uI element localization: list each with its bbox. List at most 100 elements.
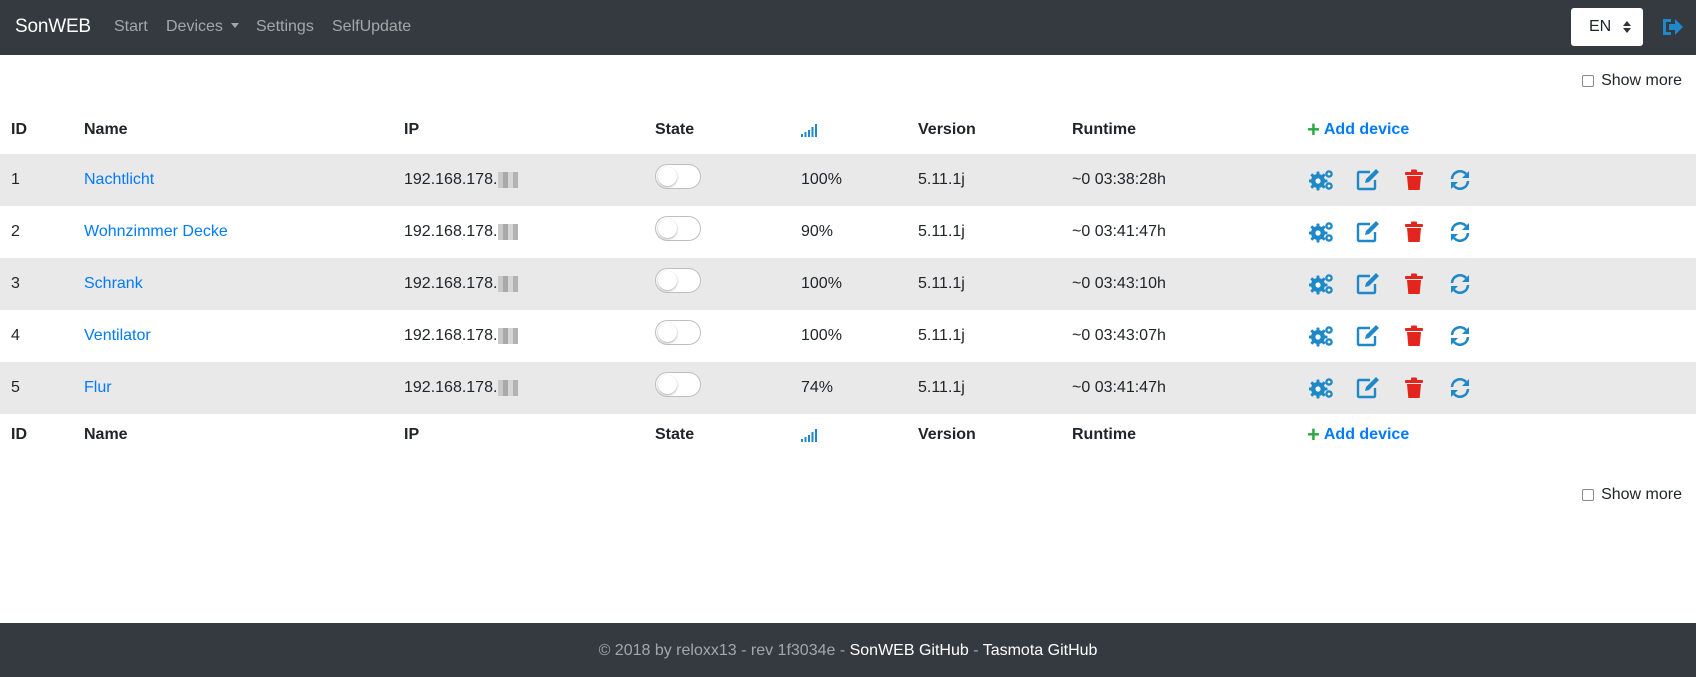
footer-header-runtime: Runtime [1072,426,1136,443]
top-navbar: SonWEB Start Devices Settings SelfUpdate… [0,0,1696,55]
language-select[interactable]: EN [1571,8,1643,46]
footer-copyright: © 2018 by reloxx13 - rev 1f3034e - [598,642,850,659]
cell-ip: 192.168.178. [404,310,519,362]
row-actions [1307,206,1491,258]
table-body: 1 Nachtlicht 192.168.178. 100% 5.11.1j ~0 03:… [0,154,1696,414]
language-value: EN [1589,18,1612,35]
cell-signal: 100% [801,171,842,188]
refresh-icon[interactable] [1445,217,1475,247]
device-name: Schrank [84,275,143,292]
refresh-icon[interactable] [1445,165,1475,195]
brand-logo[interactable]: SonWEB [15,16,91,38]
logout-icon[interactable] [1660,15,1684,39]
config-icon[interactable] [1307,269,1337,299]
add-device-label: Add device [1323,426,1410,443]
nav-start[interactable]: Start [114,18,148,36]
device-name-link[interactable]: Ventilator [84,310,151,362]
device-name-link[interactable]: Nachtlicht [84,154,154,206]
header-state: State [655,121,695,138]
device-name: Flur [84,379,112,396]
footer-separator: - [968,642,983,659]
plus-icon: + [1307,422,1320,447]
state-toggle-switch[interactable] [655,164,701,189]
delete-icon[interactable] [1399,321,1429,351]
sonweb-github-link[interactable]: SonWEB GitHub [850,642,969,659]
state-toggle-switch[interactable] [655,320,701,345]
edit-icon[interactable] [1353,269,1383,299]
delete-icon[interactable] [1399,165,1429,195]
row-actions [1307,310,1491,362]
delete-icon[interactable] [1399,373,1429,403]
add-device-label: Add device [1323,121,1410,138]
state-toggle-switch[interactable] [655,268,701,293]
row-actions [1307,154,1491,206]
cell-signal: 100% [801,275,842,292]
plus-icon: + [1307,117,1320,142]
cell-runtime: ~0 03:43:10h [1072,275,1166,292]
footer-header-version: Version [918,426,976,443]
cell-id: 1 [11,171,20,188]
show-more-toggle-bottom[interactable]: Show more [1582,486,1682,504]
cell-state [655,206,701,258]
table-header-row: ID Name IP State Version Runtime + Add de… [0,104,1696,154]
cell-state [655,154,701,206]
add-device-link-bottom[interactable]: + Add device [1307,414,1409,454]
cell-ip: 192.168.178. [404,258,519,310]
refresh-icon[interactable] [1445,269,1475,299]
config-icon[interactable] [1307,217,1337,247]
cell-version: 5.11.1j [918,327,965,344]
tasmota-github-link[interactable]: Tasmota GitHub [983,642,1098,659]
device-name-link[interactable]: Schrank [84,258,143,310]
show-more-checkbox[interactable] [1582,489,1595,501]
toggle-knob [658,167,677,186]
edit-icon[interactable] [1353,321,1383,351]
delete-icon[interactable] [1399,269,1429,299]
toggle-knob [658,271,677,290]
device-name: Wohnzimmer Decke [84,223,228,240]
ip-address: 192.168.178. [404,327,498,344]
delete-icon[interactable] [1399,217,1429,247]
footer-header-state: State [655,426,695,443]
refresh-icon[interactable] [1445,321,1475,351]
add-device-link-top[interactable]: + Add device [1307,104,1409,154]
cell-id: 2 [11,223,20,240]
device-name-link[interactable]: Wohnzimmer Decke [84,206,228,258]
header-version: Version [918,121,976,138]
show-more-label: Show more [1601,72,1682,89]
edit-icon[interactable] [1353,373,1383,403]
ip-address: 192.168.178. [404,223,498,240]
ip-address: 192.168.178. [404,171,498,188]
cell-version: 5.11.1j [918,223,965,240]
config-icon[interactable] [1307,165,1337,195]
edit-icon[interactable] [1353,217,1383,247]
refresh-icon[interactable] [1445,373,1475,403]
ip-address: 192.168.178. [404,379,498,396]
cell-version: 5.11.1j [918,171,965,188]
ip-redaction [498,380,519,396]
table-footer-row: ID Name IP State Version Runtime + Add de… [0,414,1696,454]
footer-header-name: Name [84,426,128,443]
table-row: 2 Wohnzimmer Decke 192.168.178. 90% 5.11.1j ~… [0,206,1696,258]
config-icon[interactable] [1307,373,1337,403]
device-name-link[interactable]: Flur [84,362,112,414]
show-more-checkbox[interactable] [1582,75,1595,87]
cell-ip: 192.168.178. [404,362,519,414]
config-icon[interactable] [1307,321,1337,351]
toggle-knob [658,375,677,394]
cell-state [655,362,701,414]
state-toggle-switch[interactable] [655,372,701,397]
footer-text: © 2018 by reloxx13 - rev 1f3034e - SonWE… [0,642,1696,660]
cell-version: 5.11.1j [918,379,965,396]
toggle-knob [658,323,677,342]
show-more-toggle-top[interactable]: Show more [1582,72,1682,90]
nav-devices-dropdown[interactable]: Devices [166,18,239,36]
cell-signal: 74% [801,379,834,396]
state-toggle-switch[interactable] [655,216,701,241]
device-name: Nachtlicht [84,171,155,188]
header-name: Name [84,121,128,138]
nav-selfupdate[interactable]: SelfUpdate [332,18,411,36]
nav-settings[interactable]: Settings [256,18,314,36]
edit-icon[interactable] [1353,165,1383,195]
page-footer: © 2018 by reloxx13 - rev 1f3034e - SonWE… [0,623,1696,677]
header-signal [801,104,820,154]
